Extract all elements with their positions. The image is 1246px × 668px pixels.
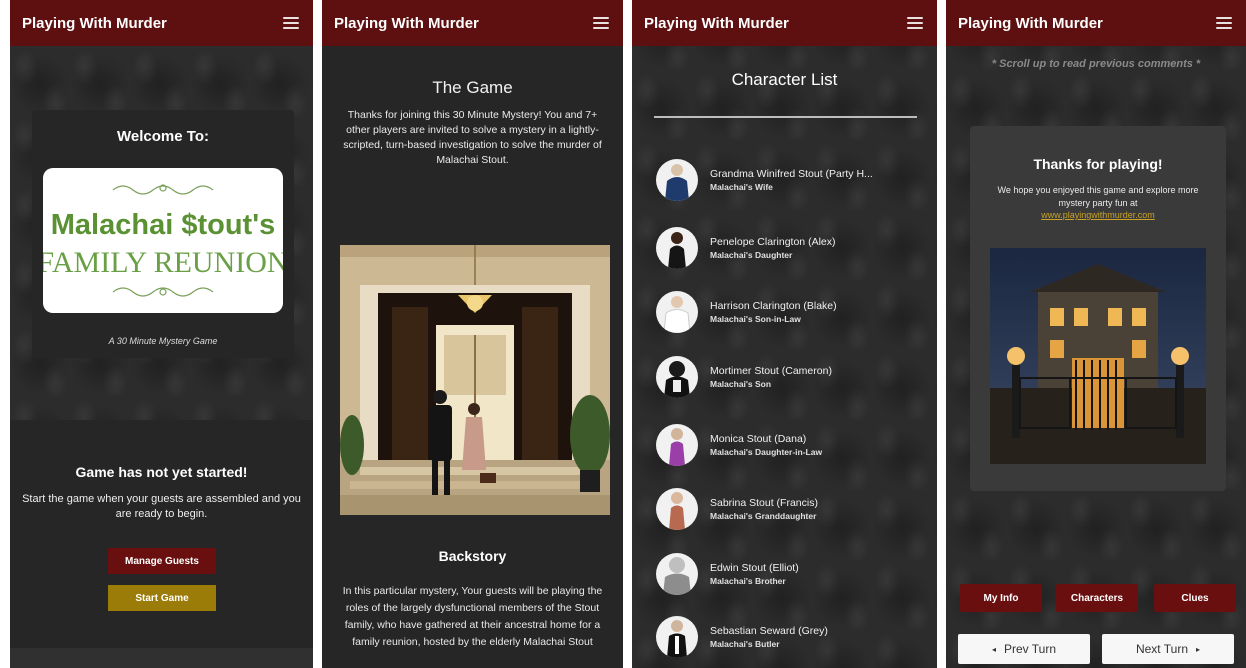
menu-icon[interactable] <box>283 17 299 29</box>
app-header: Playing With Murder <box>632 0 937 46</box>
welcome-card: Welcome To: Malachai $tout's FAMILY REUN… <box>32 110 294 358</box>
character-avatar <box>656 553 698 595</box>
app-title: Playing With Murder <box>644 14 789 32</box>
app-title: Playing With Murder <box>334 14 479 32</box>
avatar-icon <box>667 620 687 658</box>
mansion-doorway-illustration <box>340 245 610 515</box>
welcome-heading: Welcome To: <box>117 128 209 145</box>
game-subtitle: A 30 Minute Mystery Game <box>108 336 218 346</box>
app-title: Playing With Murder <box>958 14 1103 32</box>
avatar-icon <box>663 557 691 595</box>
character-name: Edwin Stout (Elliot) <box>710 562 799 574</box>
character-name: Sebastian Seward (Grey) <box>710 625 828 637</box>
next-turn-button[interactable]: Next Turn ▸ <box>1102 634 1234 664</box>
avatar-icon <box>669 428 685 466</box>
scroll-note: * Scroll up to read previous comments * <box>991 58 1201 70</box>
character-role: Malachai's Brother <box>710 576 786 586</box>
chevron-right-icon: ▸ <box>1196 644 1201 654</box>
logo-title-line2: FAMILY REUNION <box>43 246 283 279</box>
avatar-icon <box>668 232 686 269</box>
avatar-icon <box>665 164 689 201</box>
avatar-icon <box>663 296 691 333</box>
mansion-gate-illustration <box>990 248 1206 464</box>
manage-guests-button[interactable]: Manage Guests <box>108 548 216 574</box>
game-description: Thanks for joining this 30 Minute Myster… <box>343 109 602 166</box>
heading-divider <box>654 116 917 118</box>
thanks-card: Thanks for playing! We hope you enjoyed … <box>970 126 1226 491</box>
start-game-button[interactable]: Start Game <box>108 585 216 611</box>
character-name: Mortimer Stout (Cameron) <box>710 365 832 377</box>
character-row[interactable]: Mortimer Stout (Cameron) Malachai's Son <box>656 352 832 402</box>
app-header: Playing With Murder <box>322 0 623 46</box>
game-heading: The Game <box>432 78 513 97</box>
character-row[interactable]: Sabrina Stout (Francis) Malachai's Grandd… <box>656 484 818 534</box>
character-role: Malachai's Butler <box>710 639 780 649</box>
character-list-screen: Playing With Murder Character List Grand… <box>632 0 937 668</box>
website-link[interactable]: www.playingwithmurder.com <box>970 210 1226 220</box>
character-avatar <box>656 159 698 201</box>
my-info-button[interactable]: My Info <box>960 584 1042 612</box>
character-avatar <box>656 616 698 658</box>
chevron-left-icon: ◂ <box>991 644 996 654</box>
avatar-icon <box>669 492 685 530</box>
characters-button[interactable]: Characters <box>1056 584 1138 612</box>
character-name: Sabrina Stout (Francis) <box>710 497 818 509</box>
character-row[interactable]: Harrison Clarington (Blake) Malachai's So… <box>656 287 837 337</box>
thanks-heading: Thanks for playing! <box>1033 156 1163 172</box>
character-name: Grandma Winifred Stout (Party H... <box>710 168 873 180</box>
character-row[interactable]: Monica Stout (Dana) Malachai's Daughter-i… <box>656 420 822 470</box>
logo-title-line1: Malachai $tout's <box>51 209 275 241</box>
game-end-screen: Playing With Murder * Scroll up to read … <box>946 0 1246 668</box>
prev-turn-label: Prev Turn <box>1003 642 1057 656</box>
menu-icon[interactable] <box>907 17 923 29</box>
logo-ornament: Malachai $tout's FAMILY REUNION <box>37 184 289 297</box>
character-row[interactable]: Sebastian Seward (Grey) Malachai's Butler <box>656 612 828 662</box>
character-row[interactable]: Edwin Stout (Elliot) Malachai's Brother <box>656 549 799 599</box>
character-role: Malachai's Son-in-Law <box>710 314 801 324</box>
character-list-heading: Character List <box>731 70 838 89</box>
status-section: Game has not yet started! Start the game… <box>10 420 313 668</box>
game-logo: Malachai $tout's FAMILY REUNION <box>37 168 289 313</box>
avatar-icon <box>664 361 690 398</box>
backstory-heading: Backstory <box>438 548 507 564</box>
character-name: Monica Stout (Dana) <box>710 433 807 445</box>
backstory-text: In this particular mystery, Your guests … <box>342 585 603 648</box>
app-header: Playing With Murder <box>10 0 313 46</box>
status-text: Start the game when your guests are asse… <box>22 493 301 520</box>
status-heading: Game has not yet started! <box>75 464 248 480</box>
character-role: Malachai's Wife <box>710 182 773 192</box>
prev-turn-button[interactable]: ◂ Prev Turn <box>958 634 1090 664</box>
character-avatar <box>656 227 698 269</box>
intro-screen: Playing With Murder The Game Thanks for … <box>322 0 623 668</box>
menu-icon[interactable] <box>1216 17 1232 29</box>
character-row[interactable]: Grandma Winifred Stout (Party H... Malach… <box>656 155 873 205</box>
next-turn-label: Next Turn <box>1135 642 1188 656</box>
character-name: Harrison Clarington (Blake) <box>710 300 837 312</box>
character-avatar <box>656 488 698 530</box>
character-name: Penelope Clarington (Alex) <box>710 236 836 248</box>
character-row[interactable]: Penelope Clarington (Alex) Malachai's Dau… <box>656 223 836 273</box>
menu-icon[interactable] <box>593 17 609 29</box>
thanks-text: We hope you enjoyed this game and explor… <box>997 185 1199 208</box>
character-avatar <box>656 424 698 466</box>
character-role: Malachai's Daughter <box>710 250 793 260</box>
clues-button[interactable]: Clues <box>1154 584 1236 612</box>
lobby-screen: Playing With Murder Welcome To: Malachai… <box>10 0 313 668</box>
bottom-bar <box>10 648 313 668</box>
character-role: Malachai's Granddaughter <box>710 511 817 521</box>
character-avatar <box>656 356 698 398</box>
app-header: Playing With Murder <box>946 0 1246 46</box>
character-role: Malachai's Son <box>710 379 772 389</box>
character-avatar <box>656 291 698 333</box>
character-role: Malachai's Daughter-in-Law <box>710 447 823 457</box>
app-title: Playing With Murder <box>22 14 167 32</box>
